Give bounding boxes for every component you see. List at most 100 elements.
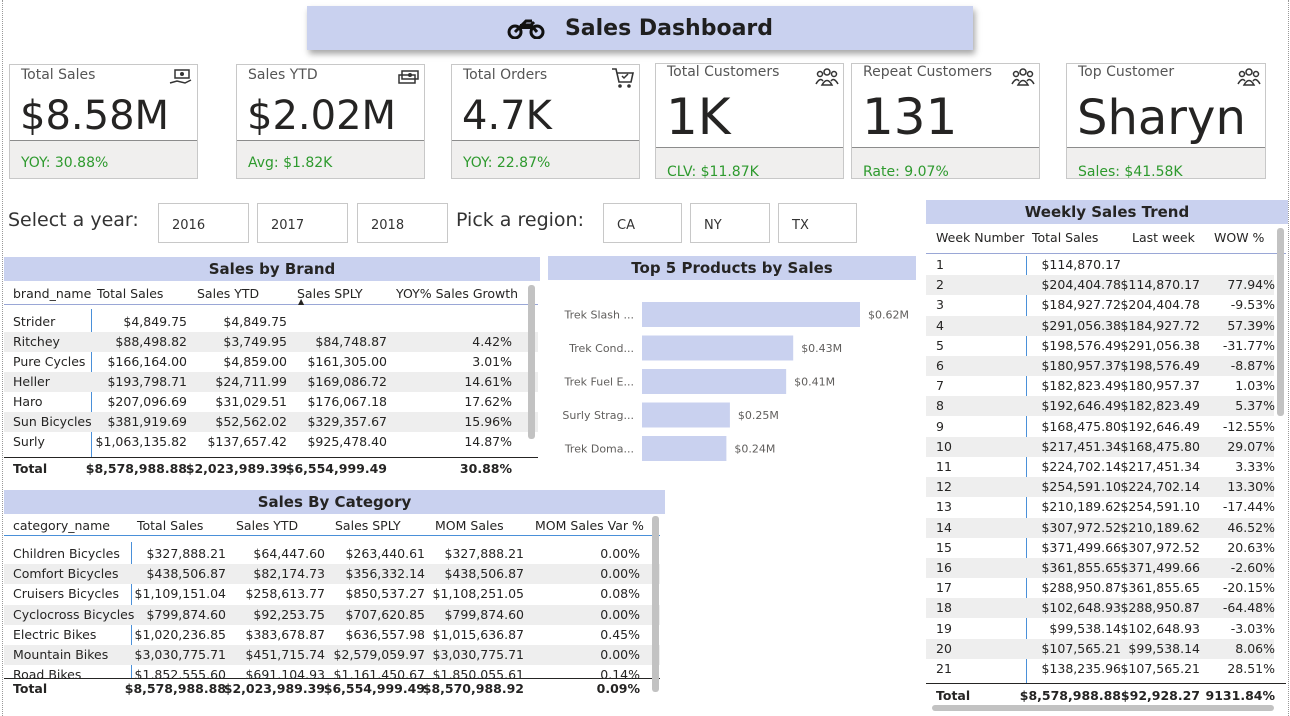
table-row[interactable]: Sun Bicycles $381,919.69 $52,562.02 $329,35… bbox=[4, 412, 538, 432]
row-label: 1 bbox=[936, 257, 944, 272]
weekly-table[interactable]: Week Number Total Sales Last week WOW % … bbox=[926, 226, 1286, 711]
table-cell: 0.00% bbox=[600, 647, 640, 662]
column-header[interactable]: YOY% Sales Growth bbox=[396, 286, 518, 301]
region-option-ca[interactable]: CA bbox=[603, 203, 682, 243]
vertical-scrollbar[interactable] bbox=[652, 516, 659, 692]
table-cell: 57.39% bbox=[1227, 317, 1275, 333]
table-cell: $182,823.49 bbox=[1120, 398, 1200, 414]
table-cell: $254,591.10 bbox=[1041, 479, 1121, 495]
table-cell: $451,715.74 bbox=[245, 647, 325, 662]
table-cell: 0.08% bbox=[600, 586, 640, 602]
row-label: 2 bbox=[936, 277, 944, 293]
table-row[interactable]: Heller $193,798.71 $24,711.99 $169,086.72 14… bbox=[4, 372, 538, 392]
table-row[interactable]: 19 $99,538.14 $102,648.93 -3.03% bbox=[926, 619, 1275, 639]
table-cell: 0.00% bbox=[600, 546, 640, 561]
vertical-scrollbar[interactable] bbox=[528, 285, 535, 439]
row-label: Comfort Bicycles bbox=[13, 566, 119, 582]
brand-table-title: Sales by Brand bbox=[4, 257, 540, 281]
money-stack-icon bbox=[398, 70, 419, 84]
table-row[interactable]: 9 $168,475.80 $192,646.49 -12.55% bbox=[926, 417, 1275, 437]
year-option-2018[interactable]: 2018 bbox=[357, 203, 448, 243]
table-row[interactable]: 18 $102,648.93 $288,950.87 -64.48% bbox=[926, 598, 1275, 619]
category-table[interactable]: category_name Total Sales Sales YTD Sale… bbox=[4, 514, 660, 698]
region-slicer-label: Pick a region: bbox=[456, 209, 584, 231]
table-cell: $381,919.69 bbox=[107, 414, 187, 429]
row-label: Electric Bikes bbox=[13, 626, 97, 642]
total-cell: 0.09% bbox=[596, 681, 640, 696]
row-label: 15 bbox=[936, 539, 952, 555]
table-row[interactable]: 8 $192,646.49 $182,823.49 5.37% bbox=[926, 396, 1275, 417]
table-cell: $182,823.49 bbox=[1041, 378, 1121, 394]
table-cell: $361,855.65 bbox=[1120, 580, 1200, 596]
table-row[interactable]: 6 $180,957.37 $198,576.49 -8.87% bbox=[926, 356, 1275, 376]
bar-value-label: $0.24M bbox=[734, 443, 775, 456]
total-cell: $6,554,999.49 bbox=[323, 681, 425, 696]
table-row[interactable]: Mountain Bikes $3,030,775.71 $451,715.74 $2… bbox=[4, 645, 660, 665]
table-row[interactable]: Pure Cycles $166,164.00 $4,859.00 $161,305.… bbox=[4, 352, 538, 372]
kpi-card-top-customer[interactable]: Top Customer Sharyn Sales: $41.58K bbox=[1066, 63, 1266, 179]
bar[interactable] bbox=[642, 369, 787, 394]
vertical-scrollbar[interactable] bbox=[1277, 228, 1284, 416]
table-cell: $263,440.61 bbox=[345, 546, 425, 561]
column-header[interactable]: Sales YTD bbox=[197, 286, 259, 301]
table-row[interactable]: 4 $291,056.38 $184,927.72 57.39% bbox=[926, 315, 1275, 336]
table-row[interactable]: Ritchey $88,498.82 $3,749.95 $84,748.87 4.42… bbox=[4, 332, 538, 352]
table-row[interactable]: 5 $198,576.49 $291,056.38 -31.77% bbox=[926, 336, 1275, 356]
table-row[interactable]: 15 $371,499.66 $307,972.52 20.63% bbox=[926, 538, 1275, 558]
column-header[interactable]: Total Sales bbox=[97, 286, 163, 301]
column-header[interactable]: Sales SPLY bbox=[297, 286, 363, 301]
table-cell: $4,849.75 bbox=[123, 314, 187, 329]
year-option-2016[interactable]: 2016 bbox=[158, 203, 249, 243]
table-row[interactable]: Haro $207,096.69 $31,029.51 $176,067.18 17.6… bbox=[4, 392, 538, 412]
table-row[interactable]: 7 $182,823.49 $180,957.37 1.03% bbox=[926, 376, 1275, 396]
table-row[interactable]: 14 $307,972.52 $210,189.62 46.52% bbox=[926, 517, 1275, 538]
table-row[interactable]: Children Bicycles $327,888.21 $64,447.60 $2… bbox=[4, 544, 660, 564]
table-cell: $169,086.72 bbox=[307, 374, 387, 389]
table-row[interactable]: Cyclocross Bicycles $799,874.60 $92,253.75… bbox=[4, 604, 660, 625]
table-row[interactable]: 16 $361,855.65 $371,499.66 -2.60% bbox=[926, 558, 1275, 578]
table-row[interactable]: 20 $107,565.21 $99,538.14 8.06% bbox=[926, 638, 1275, 659]
table-row[interactable]: 3 $184,927.72 $204,404.78 -9.53% bbox=[926, 295, 1275, 315]
table-row[interactable]: Cruisers Bicycles $1,109,151.04 $258,613.7… bbox=[4, 584, 660, 604]
table-row[interactable]: Surly $1,063,135.82 $137,657.42 $925,478.40… bbox=[4, 432, 538, 452]
table-cell: $210,189.62 bbox=[1120, 519, 1200, 535]
kpi-label: Repeat Customers bbox=[863, 64, 993, 80]
region-option-tx[interactable]: TX bbox=[778, 203, 857, 243]
table-row[interactable]: Strider $4,849.75 $4,849.75 bbox=[4, 312, 538, 332]
table-cell: $291,056.38 bbox=[1120, 337, 1200, 353]
table-cell: $327,888.21 bbox=[444, 546, 524, 561]
table-cell: -2.60% bbox=[1230, 560, 1275, 575]
table-row[interactable]: 13 $210,189.62 $254,591.10 -17.44% bbox=[926, 497, 1275, 517]
bar[interactable] bbox=[642, 302, 860, 327]
region-option-ny[interactable]: NY bbox=[690, 203, 770, 243]
table-row[interactable]: 2 $204,404.78 $114,870.17 77.94% bbox=[926, 275, 1275, 296]
table-row[interactable]: 10 $217,451.34 $168,475.80 29.07% bbox=[926, 436, 1275, 457]
horizontal-scrollbar[interactable] bbox=[932, 705, 1274, 711]
bar[interactable] bbox=[642, 402, 730, 428]
table-row[interactable]: Comfort Bicycles $438,506.87 $82,174.73 $35… bbox=[4, 564, 660, 585]
table-cell: $176,067.18 bbox=[307, 394, 387, 409]
column-header[interactable]: brand_name bbox=[13, 286, 91, 301]
bar[interactable] bbox=[642, 335, 794, 361]
kpi-card-total-customers[interactable]: Total Customers 1K CLV: $11.87K bbox=[655, 63, 844, 179]
kpi-card-total-sales[interactable]: Total Sales $8.58M YOY: 30.88% bbox=[9, 64, 198, 179]
table-row[interactable]: Electric Bikes $1,020,236.85 $383,678.87 $6… bbox=[4, 625, 660, 645]
table-cell: $1,108,251.05 bbox=[432, 586, 524, 602]
table-cell: $193,798.71 bbox=[107, 374, 187, 389]
kpi-card-total-orders[interactable]: Total Orders 4.7K YOY: 22.87% bbox=[451, 64, 640, 179]
table-cell: $184,927.72 bbox=[1041, 297, 1121, 313]
bar[interactable] bbox=[642, 436, 727, 461]
table-row[interactable]: 21 $138,235.96 $107,565.21 28.51% bbox=[926, 659, 1275, 679]
table-cell: $114,870.17 bbox=[1041, 257, 1121, 272]
table-row[interactable]: 17 $288,950.87 $361,855.65 -20.15% bbox=[926, 578, 1275, 598]
table-row[interactable]: 11 $224,702.14 $217,451.34 3.33% bbox=[926, 457, 1275, 477]
brand-table[interactable]: brand_name Total Sales Sales YTD Sales S… bbox=[4, 283, 538, 479]
table-row[interactable]: 12 $254,591.10 $224,702.14 13.30% bbox=[926, 477, 1275, 498]
table-cell: 28.51% bbox=[1227, 661, 1275, 676]
kpi-card-sales-ytd[interactable]: Sales YTD $2.02M Avg: $1.82K bbox=[236, 64, 425, 179]
kpi-card-repeat-customers[interactable]: Repeat Customers 131 Rate: 9.07% bbox=[851, 63, 1040, 179]
table-row[interactable]: 1 $114,870.17 bbox=[926, 255, 1274, 275]
kpi-value: Sharyn bbox=[1077, 90, 1246, 146]
table-cell: 13.30% bbox=[1227, 479, 1275, 495]
year-option-2017[interactable]: 2017 bbox=[257, 203, 348, 243]
